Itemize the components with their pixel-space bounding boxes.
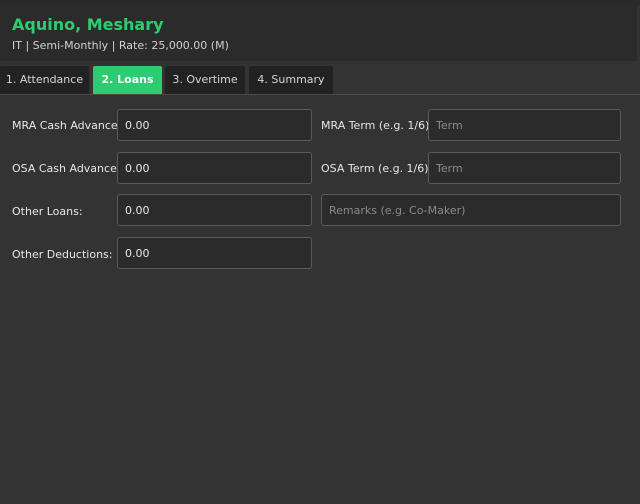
tab-summary[interactable]: 4. Summary: [249, 66, 333, 94]
other-deductions-label: Other Deductions:: [12, 248, 113, 261]
other-loans-input[interactable]: [117, 194, 312, 226]
mra-term-input[interactable]: [428, 109, 621, 141]
employee-header: Aquino, Meshary IT | Semi-Monthly | Rate…: [0, 5, 637, 61]
osa-cash-advance-label: OSA Cash Advance:: [12, 162, 121, 175]
tab-attendance[interactable]: 1. Attendance: [0, 66, 89, 94]
tab-loans[interactable]: 2. Loans: [93, 66, 162, 94]
employee-subtitle: IT | Semi-Monthly | Rate: 25,000.00 (M): [12, 39, 229, 52]
osa-term-label: OSA Term (e.g. 1/6):: [321, 162, 433, 175]
other-loans-label: Other Loans:: [12, 205, 83, 218]
osa-cash-advance-input[interactable]: [117, 152, 312, 184]
other-deductions-input[interactable]: [117, 237, 312, 269]
mra-term-label: MRA Term (e.g. 1/6):: [321, 119, 434, 132]
mra-cash-advance-input[interactable]: [117, 109, 312, 141]
osa-term-input[interactable]: [428, 152, 621, 184]
employee-name: Aquino, Meshary: [12, 15, 164, 34]
tab-divider: [0, 94, 640, 95]
remarks-input[interactable]: [321, 194, 621, 226]
mra-cash-advance-label: MRA Cash Advance:: [12, 119, 122, 132]
tab-overtime[interactable]: 3. Overtime: [165, 66, 245, 94]
